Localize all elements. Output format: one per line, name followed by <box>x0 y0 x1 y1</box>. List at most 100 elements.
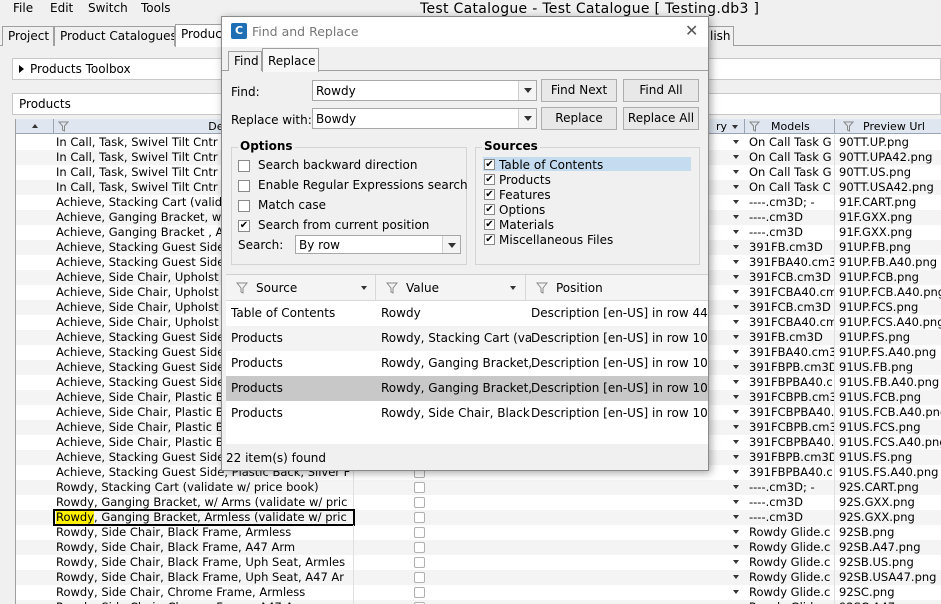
filter-icon[interactable] <box>843 121 854 132</box>
models-cell[interactable]: 391FBA40.cm3 <box>747 255 835 270</box>
preview-url-cell[interactable]: 92SC.png <box>837 585 941 600</box>
chevron-down-icon[interactable] <box>733 365 739 369</box>
menu-edit[interactable]: Edit <box>50 1 73 15</box>
preview-url-cell[interactable]: 91US.FCB.png <box>837 390 941 405</box>
models-cell[interactable]: 391FB.cm3D <box>747 330 835 345</box>
models-cell[interactable]: 391FBPB.cm3D <box>747 450 835 465</box>
search-select[interactable]: By row <box>295 235 461 254</box>
models-cell[interactable]: Rowdy Glide.c <box>747 570 835 585</box>
models-cell[interactable]: 391FCBA40.cm <box>747 285 835 300</box>
chevron-down-icon[interactable] <box>733 350 739 354</box>
models-cell[interactable]: 391FBPB.cm3D <box>747 360 835 375</box>
col-models[interactable]: Models <box>745 119 835 134</box>
models-cell[interactable]: ----.cm3D <box>747 225 835 240</box>
preview-url-cell[interactable]: 91UP.FB.A40.png <box>837 255 941 270</box>
description-cell[interactable]: Rowdy, Ganging Bracket, w/ Arms (validat… <box>54 495 354 510</box>
find-all-button[interactable]: Find All <box>623 79 699 102</box>
description-cell[interactable]: Rowdy, Stacking Cart (validate w/ price … <box>54 480 354 495</box>
chevron-down-icon[interactable] <box>733 410 739 414</box>
chevron-down-icon[interactable] <box>733 470 739 474</box>
table-row[interactable]: Rowdy, Ganging Bracket, w/ Arms (validat… <box>16 495 941 510</box>
filter-icon[interactable] <box>749 121 760 132</box>
result-row[interactable]: Table of Contents Rowdy Description [en-US… <box>226 301 708 326</box>
models-cell[interactable]: 391FCBPBA40. <box>747 405 835 420</box>
preview-url-cell[interactable]: 92SB.USA47.png <box>837 570 941 585</box>
chevron-down-icon[interactable] <box>733 200 739 204</box>
chevron-down-icon[interactable] <box>733 155 739 159</box>
result-row[interactable]: Products Rowdy, Ganging Bracket, Descripti… <box>226 351 708 376</box>
row-header-sort[interactable] <box>16 119 54 134</box>
option-checkbox[interactable]: ✔ <box>238 220 250 232</box>
table-row[interactable]: Rowdy, Ganging Bracket, Armless (validat… <box>16 509 941 526</box>
preview-url-cell[interactable]: 91US.FS.png <box>837 450 941 465</box>
filter-icon[interactable] <box>536 282 548 294</box>
chevron-down-icon[interactable] <box>733 500 739 504</box>
source-checkbox[interactable]: ✔ <box>484 204 495 215</box>
chevron-down-icon[interactable] <box>733 395 739 399</box>
replace-button[interactable]: Replace <box>541 107 617 130</box>
description-cell[interactable]: Rowdy, Side Chair, Black Frame, Uph Seat… <box>54 555 354 570</box>
col-preview-url[interactable]: Preview Url <box>835 119 941 134</box>
find-next-button[interactable]: Find Next <box>541 79 617 102</box>
preview-url-cell[interactable]: 91UP.FCS.A40.png <box>837 315 941 330</box>
preview-url-cell[interactable]: 91UP.FCS.png <box>837 300 941 315</box>
table-row[interactable]: Rowdy, Side Chair, Chrome Frame, A47 Arm… <box>16 600 941 604</box>
dialog-title-bar[interactable]: C Find and Replace ✕ <box>222 17 708 47</box>
chevron-down-icon[interactable] <box>733 440 739 444</box>
preview-url-cell[interactable]: 91US.FB.A40.png <box>837 375 941 390</box>
preview-url-cell[interactable]: 92S.CART.png <box>837 480 941 495</box>
table-row[interactable]: Rowdy, Side Chair, Chrome Frame, Armless… <box>16 585 941 600</box>
filter-icon[interactable] <box>58 121 69 132</box>
chevron-down-icon[interactable] <box>510 286 516 290</box>
tab-product-catalogues[interactable]: Product Catalogues <box>54 26 175 46</box>
source-checkbox[interactable]: ✔ <box>484 219 495 230</box>
tab-find[interactable]: Find <box>228 51 262 71</box>
preview-url-cell[interactable]: 91UP.FS.png <box>837 330 941 345</box>
source-checkbox[interactable]: ✔ <box>484 189 495 200</box>
chevron-down-icon[interactable] <box>361 286 367 290</box>
chevron-down-icon[interactable] <box>733 185 739 189</box>
preview-url-cell[interactable]: 92S.GXX.png <box>837 510 941 525</box>
chevron-down-icon[interactable] <box>733 590 739 594</box>
option-checkbox[interactable] <box>238 160 250 172</box>
models-cell[interactable]: On Call Task G <box>747 150 835 165</box>
filter-icon[interactable] <box>236 282 248 294</box>
description-cell[interactable]: Rowdy, Side Chair, Chrome Frame, Armless <box>54 585 354 600</box>
option-checkbox[interactable] <box>238 200 250 212</box>
chevron-down-icon[interactable] <box>733 260 739 264</box>
description-cell[interactable]: Rowdy, Side Chair, Chrome Frame, A47 Arm <box>54 600 354 604</box>
description-cell[interactable]: Rowdy, Side Chair, Black Frame, Uph Seat… <box>54 570 354 585</box>
filter-icon[interactable] <box>386 282 398 294</box>
models-cell[interactable]: On Call Task G <box>747 135 835 150</box>
row-checkbox[interactable] <box>414 497 425 508</box>
preview-url-cell[interactable]: 92SB.US.png <box>837 555 941 570</box>
models-cell[interactable]: Rowdy Glide.c <box>747 600 835 604</box>
chevron-down-icon[interactable] <box>733 575 739 579</box>
preview-url-cell[interactable]: 90TT.UPA42.png <box>837 150 941 165</box>
source-checkbox[interactable]: ✔ <box>484 159 495 170</box>
chevron-down-icon[interactable] <box>733 425 739 429</box>
preview-url-cell[interactable]: 91F.GXX.png <box>837 225 941 240</box>
chevron-down-icon[interactable] <box>733 230 739 234</box>
preview-url-cell[interactable]: 90TT.USA42.png <box>837 180 941 195</box>
preview-url-cell[interactable]: 91F.CART.png <box>837 195 941 210</box>
preview-url-cell[interactable]: 91US.FCS.png <box>837 420 941 435</box>
chevron-down-icon[interactable] <box>733 530 739 534</box>
row-checkbox[interactable] <box>414 512 425 523</box>
description-cell[interactable]: Rowdy, Side Chair, Black Frame, Armless <box>54 525 354 540</box>
chevron-down-icon[interactable] <box>733 215 739 219</box>
col-position[interactable]: Position <box>526 275 708 301</box>
tab-replace[interactable]: Replace <box>262 48 319 72</box>
chevron-down-icon[interactable] <box>733 320 739 324</box>
preview-url-cell[interactable]: 91US.FS.A40.png <box>837 465 941 480</box>
col-source[interactable]: Source <box>226 275 376 301</box>
tab-products[interactable]: Product <box>175 24 225 47</box>
menu-switch[interactable]: Switch <box>88 1 128 15</box>
models-cell[interactable]: 391FBPBA40.c <box>747 465 835 480</box>
chevron-down-icon[interactable] <box>733 380 739 384</box>
models-cell[interactable]: 391FCBPB.cm3 <box>747 420 835 435</box>
chevron-down-icon[interactable] <box>733 140 739 144</box>
models-cell[interactable]: Rowdy Glide.c <box>747 525 835 540</box>
option-checkbox[interactable] <box>238 180 250 192</box>
chevron-down-icon[interactable] <box>733 545 739 549</box>
